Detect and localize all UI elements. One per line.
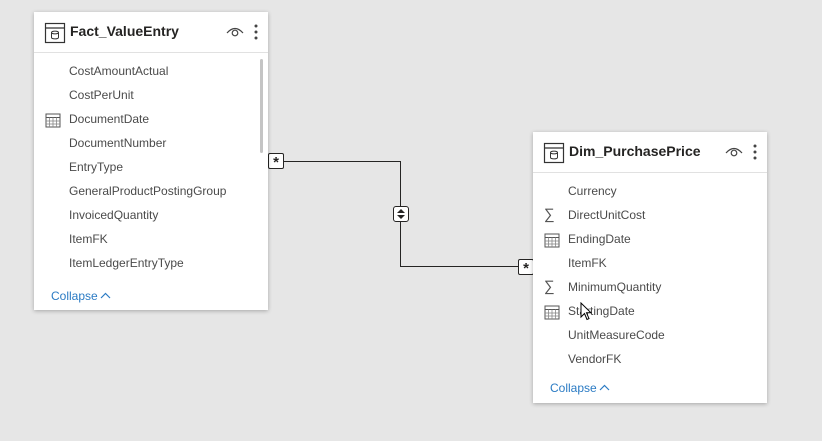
field-row[interactable]: InvoicedQuantity xyxy=(34,204,258,228)
field-label: VendorFK xyxy=(568,352,622,366)
relationship-line-left[interactable] xyxy=(283,161,401,162)
chevron-up-icon xyxy=(599,384,610,391)
field-row[interactable]: CostPerUnit xyxy=(34,84,258,108)
many-cardinality-right-badge: * xyxy=(518,259,534,277)
table-card-header[interactable]: Dim_PurchasePrice xyxy=(533,132,767,173)
calendar-icon xyxy=(544,233,560,248)
field-row[interactable]: ItemLedgerEntryType xyxy=(34,252,258,276)
table-card-dim-purchaseprice[interactable]: Dim_PurchasePrice Currency ∑ DirectUnitC… xyxy=(533,132,767,403)
field-label: MinimumQuantity xyxy=(568,280,662,294)
field-label: DocumentDate xyxy=(69,112,150,126)
mouse-cursor-icon xyxy=(580,302,592,321)
field-label: DocumentNumber xyxy=(69,136,167,150)
calendar-icon xyxy=(544,305,560,320)
field-label: ItemFK xyxy=(69,232,108,246)
sum-icon: ∑ xyxy=(544,278,555,295)
field-row[interactable]: DocumentNumber xyxy=(34,132,258,156)
many-cardinality-left-badge: * xyxy=(268,153,284,171)
table-icon xyxy=(543,142,565,164)
field-label: EndingDate xyxy=(568,232,631,246)
field-row[interactable]: StartingDate xyxy=(533,300,757,324)
field-label: CostPerUnit xyxy=(69,88,134,102)
collapse-label: Collapse xyxy=(51,289,98,303)
field-row[interactable]: ∑ DirectUnitCost xyxy=(533,204,757,228)
collapse-button[interactable]: Collapse xyxy=(550,381,610,395)
chevron-up-icon xyxy=(100,292,111,299)
field-row[interactable]: UnitMeasureCode xyxy=(533,324,757,348)
more-options-icon[interactable] xyxy=(752,143,758,161)
field-row[interactable]: EntryType xyxy=(34,156,258,180)
field-label: InvoicedQuantity xyxy=(69,208,159,222)
field-row[interactable]: DocumentDate xyxy=(34,108,258,132)
field-row[interactable]: GeneralProductPostingGroup xyxy=(34,180,258,204)
table-title: Fact_ValueEntry xyxy=(70,23,179,39)
scrollbar[interactable] xyxy=(260,59,263,153)
field-label: EntryType xyxy=(69,160,124,174)
field-label: CostAmountActual xyxy=(69,64,169,78)
field-row[interactable]: EndingDate xyxy=(533,228,757,252)
field-row[interactable]: VendorFK xyxy=(533,348,757,372)
eye-icon[interactable] xyxy=(226,25,244,39)
cross-filter-both-icon[interactable] xyxy=(393,206,409,222)
table-title: Dim_PurchasePrice xyxy=(569,143,701,159)
sum-icon: ∑ xyxy=(544,206,555,223)
field-row[interactable]: ItemFK xyxy=(533,252,757,276)
table-card-fact-valueentry[interactable]: Fact_ValueEntry CostAmountActual CostPer… xyxy=(34,12,268,310)
field-label: DirectUnitCost xyxy=(568,208,646,222)
table-icon xyxy=(44,22,66,44)
collapse-label: Collapse xyxy=(550,381,597,395)
more-options-icon[interactable] xyxy=(253,23,259,41)
field-row[interactable]: CostAmountActual xyxy=(34,60,258,84)
eye-icon[interactable] xyxy=(725,145,743,159)
field-label: GeneralProductPostingGroup xyxy=(69,184,227,198)
field-label: ItemFK xyxy=(568,256,607,270)
relationship-line-right[interactable] xyxy=(400,266,519,267)
field-label: ItemLedgerEntryType xyxy=(69,256,184,270)
calendar-icon xyxy=(45,113,61,128)
field-label: UnitMeasureCode xyxy=(568,328,665,342)
field-row[interactable]: ∑ MinimumQuantity xyxy=(533,276,757,300)
table-card-header[interactable]: Fact_ValueEntry xyxy=(34,12,268,53)
field-label: StartingDate xyxy=(568,304,635,318)
field-label: Currency xyxy=(568,184,617,198)
field-row[interactable]: ItemFK xyxy=(34,228,258,252)
field-row[interactable]: Currency xyxy=(533,180,757,204)
collapse-button[interactable]: Collapse xyxy=(51,289,111,303)
